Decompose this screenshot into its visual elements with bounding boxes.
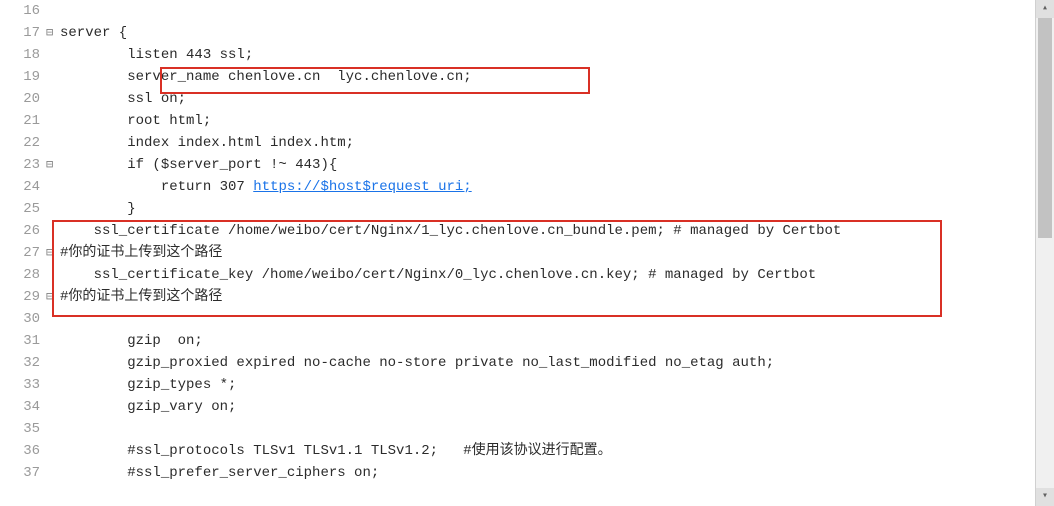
code-line[interactable]: 26 ssl_certificate /home/weibo/cert/Ngin…	[0, 220, 1054, 242]
fold-marker[interactable]: ⊟	[46, 286, 60, 308]
code-content: if ($server_port !~ 443){	[60, 154, 1054, 176]
code-content: root html;	[60, 110, 1054, 132]
code-content: ssl_certificate_key /home/weibo/cert/Ngi…	[60, 264, 1054, 286]
code-line[interactable]: 19 server_name chenlove.cn lyc.chenlove.…	[0, 66, 1054, 88]
code-content: #ssl_prefer_server_ciphers on;	[60, 462, 1054, 484]
code-content: gzip_types *;	[60, 374, 1054, 396]
code-line[interactable]: 24 return 307 https://$host$request_uri;	[0, 176, 1054, 198]
code-line[interactable]: 27⊟#你的证书上传到这个路径	[0, 242, 1054, 264]
code-content: #ssl_protocols TLSv1 TLSv1.1 TLSv1.2; #使…	[60, 440, 1054, 462]
code-content: server_name chenlove.cn lyc.chenlove.cn;	[60, 66, 1054, 88]
line-number: 37	[0, 462, 46, 484]
line-number: 25	[0, 198, 46, 220]
code-line[interactable]: 34 gzip_vary on;	[0, 396, 1054, 418]
line-number: 20	[0, 88, 46, 110]
line-number: 29	[0, 286, 46, 308]
line-number: 21	[0, 110, 46, 132]
code-content: ssl on;	[60, 88, 1054, 110]
line-number: 18	[0, 44, 46, 66]
code-content: index index.html index.htm;	[60, 132, 1054, 154]
line-number: 34	[0, 396, 46, 418]
code-line[interactable]: 18 listen 443 ssl;	[0, 44, 1054, 66]
code-line[interactable]: 23⊟ if ($server_port !~ 443){	[0, 154, 1054, 176]
code-line[interactable]: 21 root html;	[0, 110, 1054, 132]
code-content: server {	[60, 22, 1054, 44]
code-line[interactable]: 16	[0, 0, 1054, 22]
code-content: ssl_certificate /home/weibo/cert/Nginx/1…	[60, 220, 1054, 242]
line-number: 32	[0, 352, 46, 374]
code-line[interactable]: 32 gzip_proxied expired no-cache no-stor…	[0, 352, 1054, 374]
code-line[interactable]: 37 #ssl_prefer_server_ciphers on;	[0, 462, 1054, 484]
line-number: 24	[0, 176, 46, 198]
scroll-thumb[interactable]	[1038, 18, 1052, 238]
code-content: gzip_vary on;	[60, 396, 1054, 418]
code-line[interactable]: 29⊟#你的证书上传到这个路径	[0, 286, 1054, 308]
code-content: gzip_proxied expired no-cache no-store p…	[60, 352, 1054, 374]
line-number: 16	[0, 0, 46, 22]
vertical-scrollbar[interactable]: ▴ ▾	[1035, 0, 1054, 506]
line-number: 23	[0, 154, 46, 176]
scroll-down-button[interactable]: ▾	[1036, 488, 1054, 506]
code-content: gzip on;	[60, 330, 1054, 352]
line-number: 33	[0, 374, 46, 396]
code-content: listen 443 ssl;	[60, 44, 1054, 66]
code-line[interactable]: 33 gzip_types *;	[0, 374, 1054, 396]
code-line[interactable]: 28 ssl_certificate_key /home/weibo/cert/…	[0, 264, 1054, 286]
line-number: 28	[0, 264, 46, 286]
code-line[interactable]: 20 ssl on;	[0, 88, 1054, 110]
code-line[interactable]: 25 }	[0, 198, 1054, 220]
code-editor[interactable]: 1617⊟server {18 listen 443 ssl;19 server…	[0, 0, 1054, 506]
line-number: 35	[0, 418, 46, 440]
code-line[interactable]: 22 index index.html index.htm;	[0, 132, 1054, 154]
line-number: 26	[0, 220, 46, 242]
code-line[interactable]: 35	[0, 418, 1054, 440]
code-content: }	[60, 198, 1054, 220]
fold-marker[interactable]: ⊟	[46, 154, 60, 176]
line-number: 31	[0, 330, 46, 352]
fold-marker[interactable]: ⊟	[46, 22, 60, 44]
code-line[interactable]: 36 #ssl_protocols TLSv1 TLSv1.1 TLSv1.2;…	[0, 440, 1054, 462]
fold-marker[interactable]: ⊟	[46, 242, 60, 264]
line-number: 36	[0, 440, 46, 462]
url-link[interactable]: https://$host$request_uri;	[253, 179, 471, 195]
scroll-up-button[interactable]: ▴	[1036, 0, 1054, 18]
code-content: #你的证书上传到这个路径	[60, 242, 1054, 264]
code-line[interactable]: 31 gzip on;	[0, 330, 1054, 352]
line-number: 17	[0, 22, 46, 44]
code-content: return 307 https://$host$request_uri;	[60, 176, 1054, 198]
line-number: 19	[0, 66, 46, 88]
code-content: #你的证书上传到这个路径	[60, 286, 1054, 308]
line-number: 22	[0, 132, 46, 154]
code-line[interactable]: 17⊟server {	[0, 22, 1054, 44]
line-number: 27	[0, 242, 46, 264]
line-number: 30	[0, 308, 46, 330]
code-line[interactable]: 30	[0, 308, 1054, 330]
